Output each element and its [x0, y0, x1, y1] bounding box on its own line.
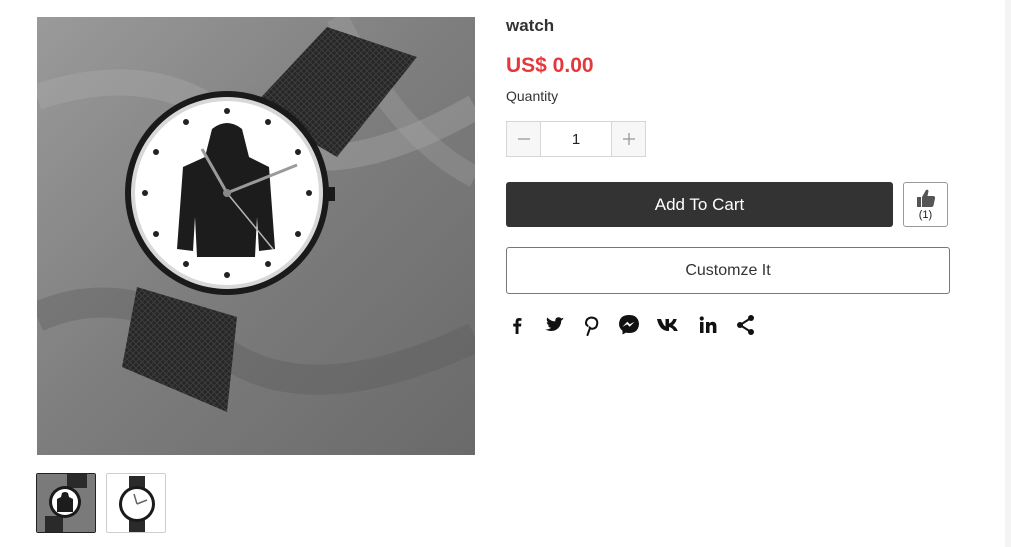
thumbnail-watch-wrist[interactable] — [36, 473, 96, 533]
messenger-icon[interactable] — [617, 313, 641, 337]
quantity-label: Quantity — [506, 88, 559, 104]
thumbs-up-icon — [916, 189, 935, 207]
share-icon[interactable] — [734, 313, 758, 337]
thumbnail-watch-face[interactable] — [106, 473, 166, 533]
thumbnail-strip — [36, 473, 166, 533]
social-share-bar — [506, 313, 773, 337]
product-price: US$ 0.00 — [506, 54, 594, 77]
minus-icon — [517, 138, 530, 140]
main-product-image — [37, 17, 475, 455]
vk-icon[interactable] — [656, 314, 682, 336]
quantity-stepper — [506, 121, 646, 157]
like-button[interactable]: (1) — [903, 182, 948, 227]
like-count: (1) — [918, 209, 933, 221]
facebook-icon[interactable] — [506, 314, 528, 336]
quantity-input[interactable] — [540, 122, 612, 156]
pinterest-icon[interactable] — [580, 314, 602, 336]
add-to-cart-button[interactable]: Add To Cart — [506, 182, 893, 227]
decrease-quantity-button[interactable] — [507, 122, 540, 156]
plus-icon — [622, 133, 635, 145]
product-page: watch US$ 0.00 Quantity Add To Cart (1) … — [0, 0, 1005, 547]
product-title: watch — [506, 16, 555, 35]
linkedin-icon[interactable] — [697, 314, 719, 336]
increase-quantity-button[interactable] — [612, 122, 645, 156]
twitter-icon[interactable] — [543, 314, 565, 336]
customize-button[interactable]: Customze It — [506, 247, 950, 294]
